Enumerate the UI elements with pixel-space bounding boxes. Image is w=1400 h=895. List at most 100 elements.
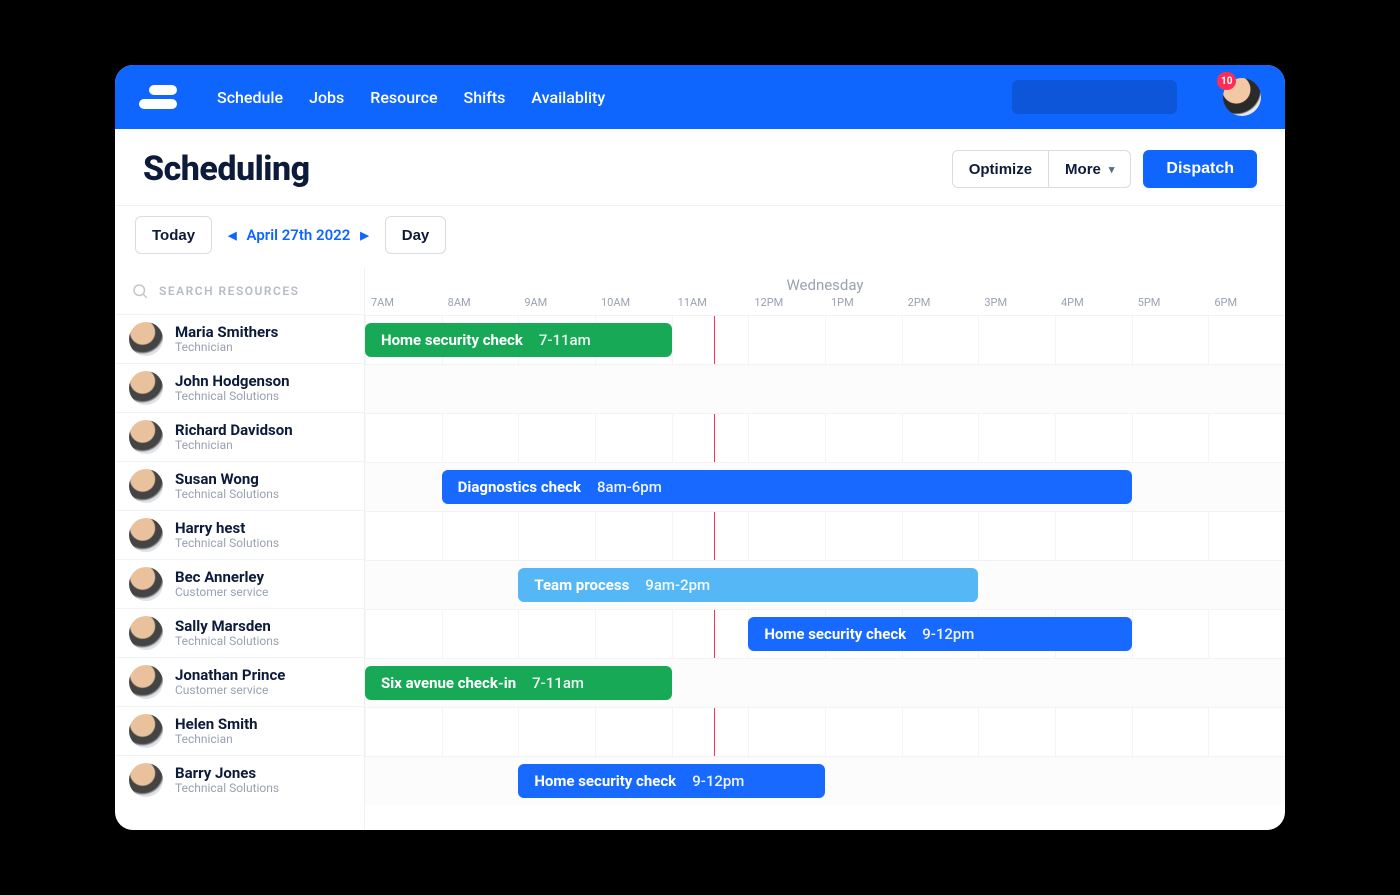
job-time: 7-11am bbox=[539, 331, 591, 349]
resource-name: Helen Smith bbox=[175, 716, 258, 733]
search-icon bbox=[131, 282, 149, 300]
view-selector[interactable]: Day bbox=[385, 216, 447, 254]
hour-header: 7AM8AM9AM10AM11AM12PM1PM2PM3PM4PM5PM6PM bbox=[365, 296, 1285, 315]
nav-link-availability[interactable]: Availablity bbox=[531, 88, 605, 107]
job-time: 9-12pm bbox=[692, 772, 744, 790]
resource-role: Technical Solutions bbox=[175, 635, 279, 648]
resource-row[interactable]: Richard DavidsonTechnician bbox=[115, 412, 364, 461]
search-resources[interactable]: SEARCH RESOURCES bbox=[115, 268, 364, 314]
resource-row[interactable]: Helen SmithTechnician bbox=[115, 706, 364, 755]
resource-role: Technician bbox=[175, 341, 278, 354]
timeline-row[interactable]: Diagnostics check 8am-6pm bbox=[365, 462, 1285, 511]
nav-search-field[interactable] bbox=[1012, 80, 1177, 114]
title-bar: Scheduling Optimize More▾ Dispatch bbox=[115, 129, 1285, 206]
optimize-button[interactable]: Optimize bbox=[952, 150, 1049, 188]
today-button[interactable]: Today bbox=[135, 216, 212, 254]
resource-panel: SEARCH RESOURCES Maria SmithersTechnicia… bbox=[115, 268, 365, 830]
search-placeholder: SEARCH RESOURCES bbox=[159, 284, 299, 298]
avatar-icon bbox=[129, 763, 163, 797]
job-time: 8am-6pm bbox=[597, 478, 662, 496]
timeline-row[interactable] bbox=[365, 707, 1285, 756]
hour-label: 7AM bbox=[365, 296, 442, 309]
hour-label: 1PM bbox=[825, 296, 902, 309]
resource-row[interactable]: Barry JonesTechnical Solutions bbox=[115, 755, 364, 804]
hour-label: 10AM bbox=[595, 296, 672, 309]
optimize-more-group: Optimize More▾ bbox=[952, 150, 1132, 188]
job-block[interactable]: Team process9am-2pm bbox=[518, 568, 978, 602]
job-block[interactable]: Six avenue check-in 7-11am bbox=[365, 666, 672, 700]
resource-role: Technical Solutions bbox=[175, 488, 279, 501]
job-time: 9-12pm bbox=[922, 625, 974, 643]
nav-link-jobs[interactable]: Jobs bbox=[309, 88, 344, 107]
hour-label: 4PM bbox=[1055, 296, 1132, 309]
timeline-row[interactable] bbox=[365, 364, 1285, 413]
job-time: 7-11am bbox=[532, 674, 584, 692]
timeline[interactable]: Home security check7-11amDiagnostics che… bbox=[365, 315, 1285, 805]
timeline-row[interactable]: Home security check 9-12pm bbox=[365, 756, 1285, 805]
resource-row[interactable]: Harry hestTechnical Solutions bbox=[115, 510, 364, 559]
prev-day-icon[interactable]: ◀ bbox=[228, 229, 236, 242]
resource-row[interactable]: John HodgensonTechnical Solutions bbox=[115, 363, 364, 412]
timeline-row[interactable]: Team process9am-2pm bbox=[365, 560, 1285, 609]
schedule-grid: SEARCH RESOURCES Maria SmithersTechnicia… bbox=[115, 268, 1285, 830]
job-title: Six avenue check-in bbox=[381, 674, 516, 692]
date-bar: Today ◀ April 27th 2022 ▶ Day bbox=[115, 206, 1285, 268]
resource-role: Customer service bbox=[175, 684, 285, 697]
hour-label: 9AM bbox=[518, 296, 595, 309]
timeline-row[interactable]: Six avenue check-in 7-11am bbox=[365, 658, 1285, 707]
hour-label: 11AM bbox=[672, 296, 749, 309]
timeline-row[interactable]: Home security check7-11am bbox=[365, 315, 1285, 364]
top-nav: Schedule Jobs Resource Shifts Availablit… bbox=[115, 65, 1285, 129]
job-time: 9am-2pm bbox=[645, 576, 710, 594]
day-label: Wednesday bbox=[365, 268, 1285, 296]
more-button[interactable]: More▾ bbox=[1049, 150, 1131, 188]
avatar-icon bbox=[129, 567, 163, 601]
hour-label: 12PM bbox=[748, 296, 825, 309]
resource-name: John Hodgenson bbox=[175, 373, 290, 390]
hour-label: 3PM bbox=[978, 296, 1055, 309]
nav-link-resource[interactable]: Resource bbox=[370, 88, 437, 107]
job-title: Home security check bbox=[534, 772, 676, 790]
avatar-icon bbox=[129, 714, 163, 748]
timeline-panel: Wednesday 7AM8AM9AM10AM11AM12PM1PM2PM3PM… bbox=[365, 268, 1285, 830]
resource-row[interactable]: Jonathan PrinceCustomer service bbox=[115, 657, 364, 706]
resource-role: Technician bbox=[175, 733, 258, 746]
timeline-row[interactable] bbox=[365, 413, 1285, 462]
avatar-icon bbox=[129, 371, 163, 405]
job-block[interactable]: Home security check 9-12pm bbox=[518, 764, 825, 798]
job-block[interactable]: Diagnostics check 8am-6pm bbox=[442, 470, 1132, 504]
chevron-down-icon: ▾ bbox=[1109, 163, 1115, 176]
timeline-row[interactable]: Home security check9-12pm bbox=[365, 609, 1285, 658]
resource-role: Customer service bbox=[175, 586, 268, 599]
current-date-label: April 27th 2022 bbox=[247, 226, 351, 244]
resource-row[interactable]: Maria SmithersTechnician bbox=[115, 314, 364, 363]
logo-icon bbox=[139, 85, 177, 109]
avatar-icon bbox=[129, 665, 163, 699]
avatar-icon bbox=[129, 616, 163, 650]
user-avatar[interactable]: 10 bbox=[1223, 78, 1261, 116]
next-day-icon[interactable]: ▶ bbox=[360, 229, 368, 242]
resource-list: Maria SmithersTechnicianJohn HodgensonTe… bbox=[115, 314, 364, 830]
job-block[interactable]: Home security check7-11am bbox=[365, 323, 672, 357]
resource-name: Maria Smithers bbox=[175, 324, 278, 341]
avatar-icon bbox=[129, 322, 163, 356]
resource-row[interactable]: Sally MarsdenTechnical Solutions bbox=[115, 608, 364, 657]
nav-link-shifts[interactable]: Shifts bbox=[464, 88, 506, 107]
resource-role: Technical Solutions bbox=[175, 537, 279, 550]
job-block[interactable]: Home security check9-12pm bbox=[748, 617, 1131, 651]
avatar-icon bbox=[129, 420, 163, 454]
resource-role: Technician bbox=[175, 439, 293, 452]
resource-name: Harry hest bbox=[175, 520, 279, 537]
avatar-icon bbox=[129, 469, 163, 503]
nav-link-schedule[interactable]: Schedule bbox=[217, 88, 283, 107]
resource-role: Technical Solutions bbox=[175, 390, 290, 403]
nav-links: Schedule Jobs Resource Shifts Availablit… bbox=[217, 88, 605, 107]
hour-label: 2PM bbox=[902, 296, 979, 309]
date-picker[interactable]: ◀ April 27th 2022 ▶ bbox=[228, 226, 369, 244]
job-title: Diagnostics check bbox=[458, 478, 581, 496]
resource-row[interactable]: Bec AnnerleyCustomer service bbox=[115, 559, 364, 608]
resource-row[interactable]: Susan WongTechnical Solutions bbox=[115, 461, 364, 510]
dispatch-button[interactable]: Dispatch bbox=[1143, 150, 1257, 188]
timeline-row[interactable] bbox=[365, 511, 1285, 560]
hour-label: 5PM bbox=[1132, 296, 1209, 309]
